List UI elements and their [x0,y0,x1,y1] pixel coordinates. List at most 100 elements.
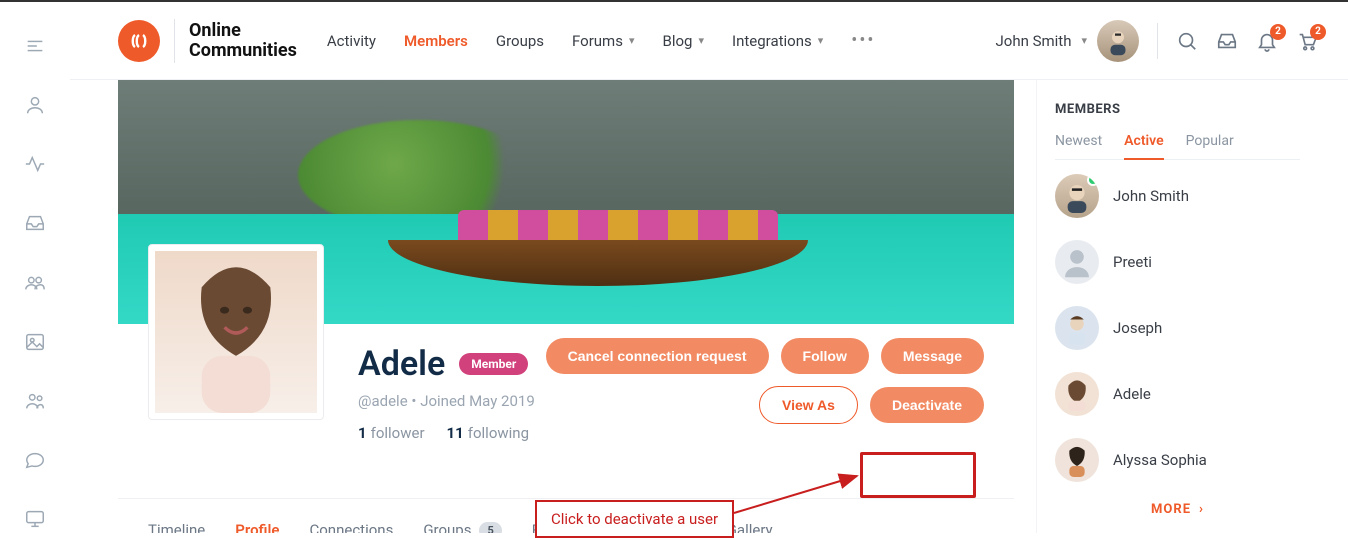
nav-blog-label: Blog [663,32,693,50]
chat-icon[interactable] [15,447,55,474]
image-icon[interactable] [15,328,55,355]
tab-connections[interactable]: Connections [309,521,393,533]
content-area: Adele Member @adele • Joined May 2019 1f… [70,80,1348,533]
message-button[interactable]: Message [881,338,984,374]
top-nav: Online Communities Activity Members Grou… [70,2,1348,80]
sidebar-title: MEMBERS [1055,102,1300,117]
member-row-preeti[interactable]: Preeti [1055,240,1300,284]
avatar [1055,306,1099,350]
profile-stats: 1follower 11following [358,424,984,442]
nav-more-icon[interactable]: ••• [851,30,875,51]
profile-card: Adele Member @adele • Joined May 2019 1f… [118,80,1014,533]
followers-stat[interactable]: 1follower [358,424,425,442]
profile-handle: @adele [358,392,408,410]
member-row-adele[interactable]: Adele [1055,372,1300,416]
avatar [1055,372,1099,416]
tab-profile[interactable]: Profile [235,521,279,533]
member-name: Joseph [1113,319,1162,337]
avatar [1055,438,1099,482]
sidebar-tab-active[interactable]: Active [1124,133,1163,159]
member-row-joseph[interactable]: Joseph [1055,306,1300,350]
member-name: Adele [1113,385,1151,403]
chevron-down-icon: ▾ [818,34,824,47]
follow-button[interactable]: Follow [781,338,869,374]
monitor-icon[interactable] [15,506,55,533]
following-stat[interactable]: 11following [447,424,529,442]
profile-avatar[interactable] [148,244,324,420]
app-shell: Online Communities Activity Members Grou… [0,2,1348,533]
nav-forums[interactable]: Forums ▾ [572,32,634,50]
separator [1157,23,1158,59]
role-badge: Member [459,353,528,375]
nav-activity-label: Activity [327,32,376,50]
bell-icon[interactable]: 2 [1256,30,1278,52]
deactivate-button[interactable]: Deactivate [870,387,984,423]
main-column: Online Communities Activity Members Grou… [70,2,1348,533]
sidebar-tab-newest[interactable]: Newest [1055,133,1102,159]
followers-label: follower [371,424,425,442]
member-name: John Smith [1113,187,1189,205]
user-icon[interactable] [15,91,55,118]
groups-icon[interactable] [15,269,55,296]
chevron-down-icon: ▾ [1081,34,1087,47]
nav-members[interactable]: Members [404,32,468,50]
chevron-down-icon: ▾ [698,34,704,47]
tab-timeline[interactable]: Timeline [148,521,205,533]
member-list: John Smith Preeti Joseph Adele [1055,174,1300,482]
view-as-button[interactable]: View As [759,386,858,424]
top-nav-right: John Smith ▾ 2 2 [995,20,1318,62]
brand-logo-icon [118,20,160,62]
nav-groups[interactable]: Groups [496,32,544,50]
nav-activity[interactable]: Activity [327,32,376,50]
profile-joined: Joined May 2019 [420,392,535,410]
brand-line2: Communities [189,41,297,61]
tab-timeline-label: Timeline [148,521,205,533]
nav-integrations-label: Integrations [732,32,812,50]
member-row-alyssa[interactable]: Alyssa Sophia [1055,438,1300,482]
inbox-icon[interactable] [15,210,55,237]
more-label: MORE [1151,502,1191,517]
cancel-connection-button[interactable]: Cancel connection request [546,338,769,374]
tab-connections-label: Connections [309,521,393,533]
chevron-down-icon: ▾ [629,34,635,47]
annotation-label: Click to deactivate a user [535,500,734,538]
tab-groups-label: Groups [423,521,471,533]
online-indicator-icon [1087,174,1099,186]
people-icon[interactable] [15,387,55,414]
search-icon[interactable] [1176,30,1198,52]
chevron-right-icon: › [1199,502,1204,517]
sidebar-more-link[interactable]: MORE › [1055,502,1300,517]
action-row-1: Cancel connection request Follow Message [546,338,984,374]
cart-badge: 2 [1310,24,1326,40]
menu-icon[interactable] [15,32,55,59]
left-rail [0,2,70,533]
nav-groups-label: Groups [496,32,544,50]
member-row-john[interactable]: John Smith [1055,174,1300,218]
meta-separator: • [411,392,420,410]
activity-icon[interactable] [15,150,55,177]
tab-groups[interactable]: Groups5 [423,521,501,533]
cart-icon[interactable]: 2 [1296,30,1318,52]
following-label: following [468,424,529,442]
tab-profile-label: Profile [235,521,279,533]
brand-title: Online Communities [189,21,297,61]
following-count: 11 [447,424,464,442]
brand-separator [174,19,175,63]
inbox-top-icon[interactable] [1216,30,1238,52]
brand-line1: Online [189,21,297,41]
user-name: John Smith [995,32,1071,50]
nav-integrations[interactable]: Integrations ▾ [732,32,823,50]
profile-body: Adele Member @adele • Joined May 2019 1f… [118,324,1014,474]
nav-forums-label: Forums [572,32,623,50]
nav-members-label: Members [404,32,468,50]
nav-blog[interactable]: Blog ▾ [663,32,705,50]
member-name: Preeti [1113,253,1152,271]
sidebar-tab-popular[interactable]: Popular [1186,133,1234,159]
brand[interactable]: Online Communities [118,19,297,63]
member-name: Alyssa Sophia [1113,451,1207,469]
avatar [1055,240,1099,284]
profile-name: Adele [358,344,445,384]
user-menu[interactable]: John Smith ▾ [995,20,1139,62]
followers-count: 1 [358,424,367,442]
avatar [1055,174,1099,218]
